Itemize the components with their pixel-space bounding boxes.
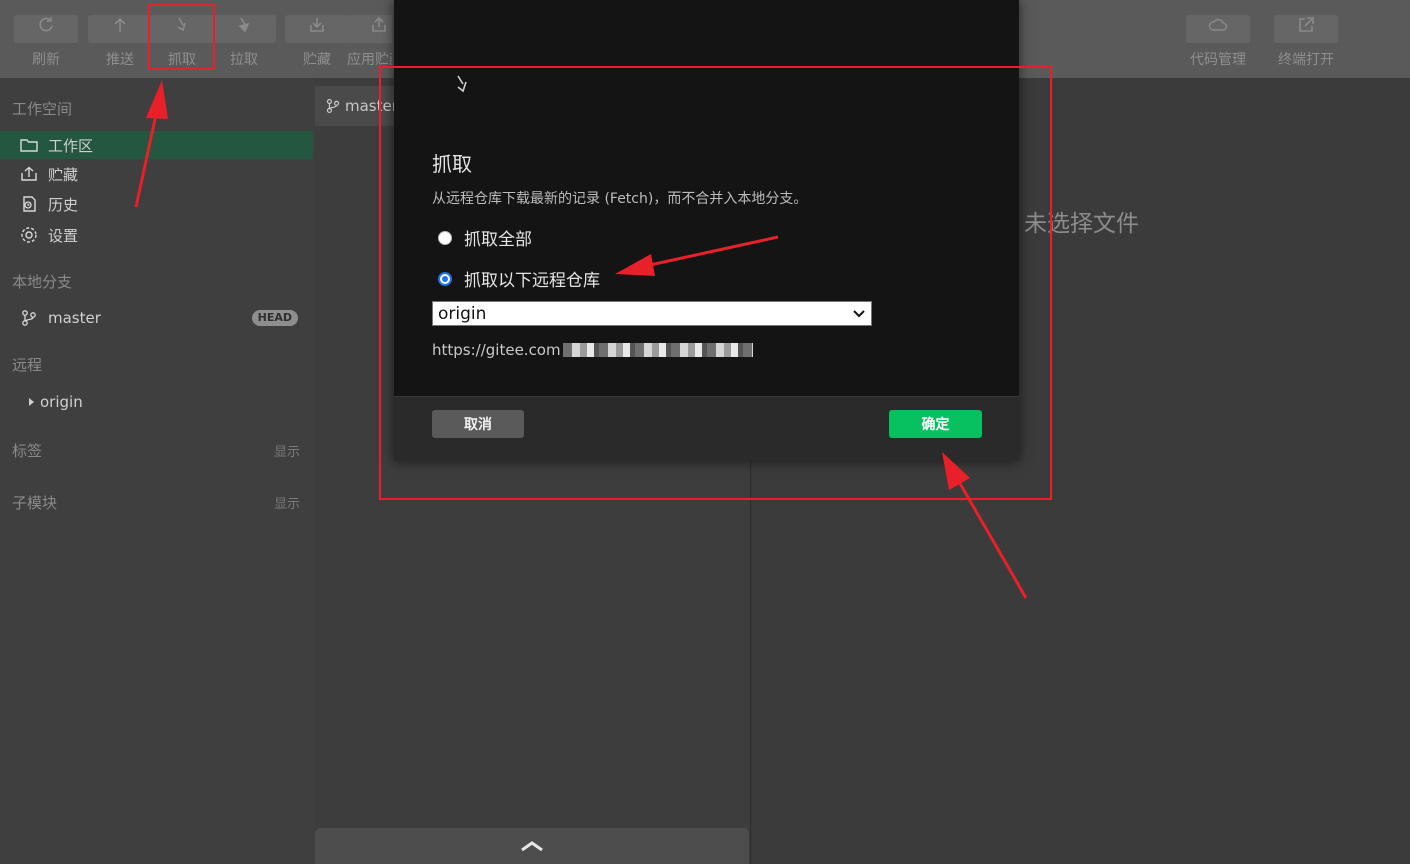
branch-name: master — [48, 309, 101, 327]
sidebar-item-label: 贮藏 — [48, 165, 79, 184]
terminal-open-label: 终端打开 — [1278, 52, 1334, 68]
sidebar-item-stash[interactable]: 贮藏 — [0, 160, 313, 188]
refresh-button[interactable]: 刷新 — [14, 12, 78, 70]
code-manage-label: 代码管理 — [1190, 52, 1246, 68]
push-icon — [88, 15, 152, 43]
sidebar-item-settings[interactable]: 设置 — [0, 221, 313, 249]
submodules-title: 子模块 — [12, 494, 58, 512]
sidebar-item-label: 工作区 — [48, 136, 94, 155]
tags-toggle[interactable]: 显示 — [274, 441, 300, 460]
workspace-title: 工作空间 — [12, 100, 73, 118]
history-icon — [23, 196, 36, 212]
dialog-highlight-box — [379, 66, 1052, 500]
code-manage-button[interactable]: 代码管理 — [1186, 12, 1250, 70]
apply-stash-icon — [347, 15, 392, 43]
submodules-toggle[interactable]: 显示 — [274, 493, 300, 512]
head-badge: HEAD — [251, 310, 298, 326]
terminal-open-button[interactable]: 终端打开 — [1274, 12, 1338, 70]
tags-title: 标签 — [12, 442, 43, 460]
branch-item-master[interactable]: master HEAD — [0, 304, 313, 332]
external-link-icon — [1274, 15, 1338, 43]
caret-right-icon — [29, 398, 34, 406]
sidebar-item-label: 设置 — [48, 226, 79, 245]
pull-icon — [212, 15, 276, 43]
refresh-label: 刷新 — [32, 52, 60, 68]
stash-button[interactable]: 贮藏 — [285, 12, 349, 70]
sidebar-item-workspace[interactable]: 工作区 — [0, 131, 313, 159]
branch-icon — [22, 310, 36, 326]
stash-icon — [285, 15, 349, 43]
stash-label: 贮藏 — [303, 52, 331, 68]
apply-stash-button[interactable]: 应用贮藏 — [347, 12, 392, 70]
remotes-title: 远程 — [12, 356, 43, 374]
refresh-icon — [14, 15, 78, 43]
local-branches-title: 本地分支 — [12, 273, 73, 291]
chevron-up-icon — [521, 841, 543, 852]
expand-panel-button[interactable] — [315, 828, 749, 864]
remote-item-origin[interactable]: origin — [0, 388, 313, 416]
remote-name: origin — [40, 393, 83, 411]
stash-icon — [21, 166, 37, 181]
pull-button[interactable]: 拉取 — [212, 12, 276, 70]
sidebar: 工作空间 工作区 贮藏 历史 设置 本地分支 master HEAD 远程 or… — [0, 78, 315, 864]
gear-icon — [21, 227, 37, 243]
fetch-highlight-box — [148, 4, 215, 70]
push-label: 推送 — [106, 52, 134, 68]
sidebar-item-history[interactable]: 历史 — [0, 190, 313, 218]
sidebar-item-label: 历史 — [48, 195, 79, 214]
folder-icon — [20, 139, 38, 152]
cloud-icon — [1186, 15, 1250, 43]
branch-icon — [326, 99, 340, 113]
pull-label: 拉取 — [230, 52, 258, 68]
push-button[interactable]: 推送 — [88, 12, 152, 70]
